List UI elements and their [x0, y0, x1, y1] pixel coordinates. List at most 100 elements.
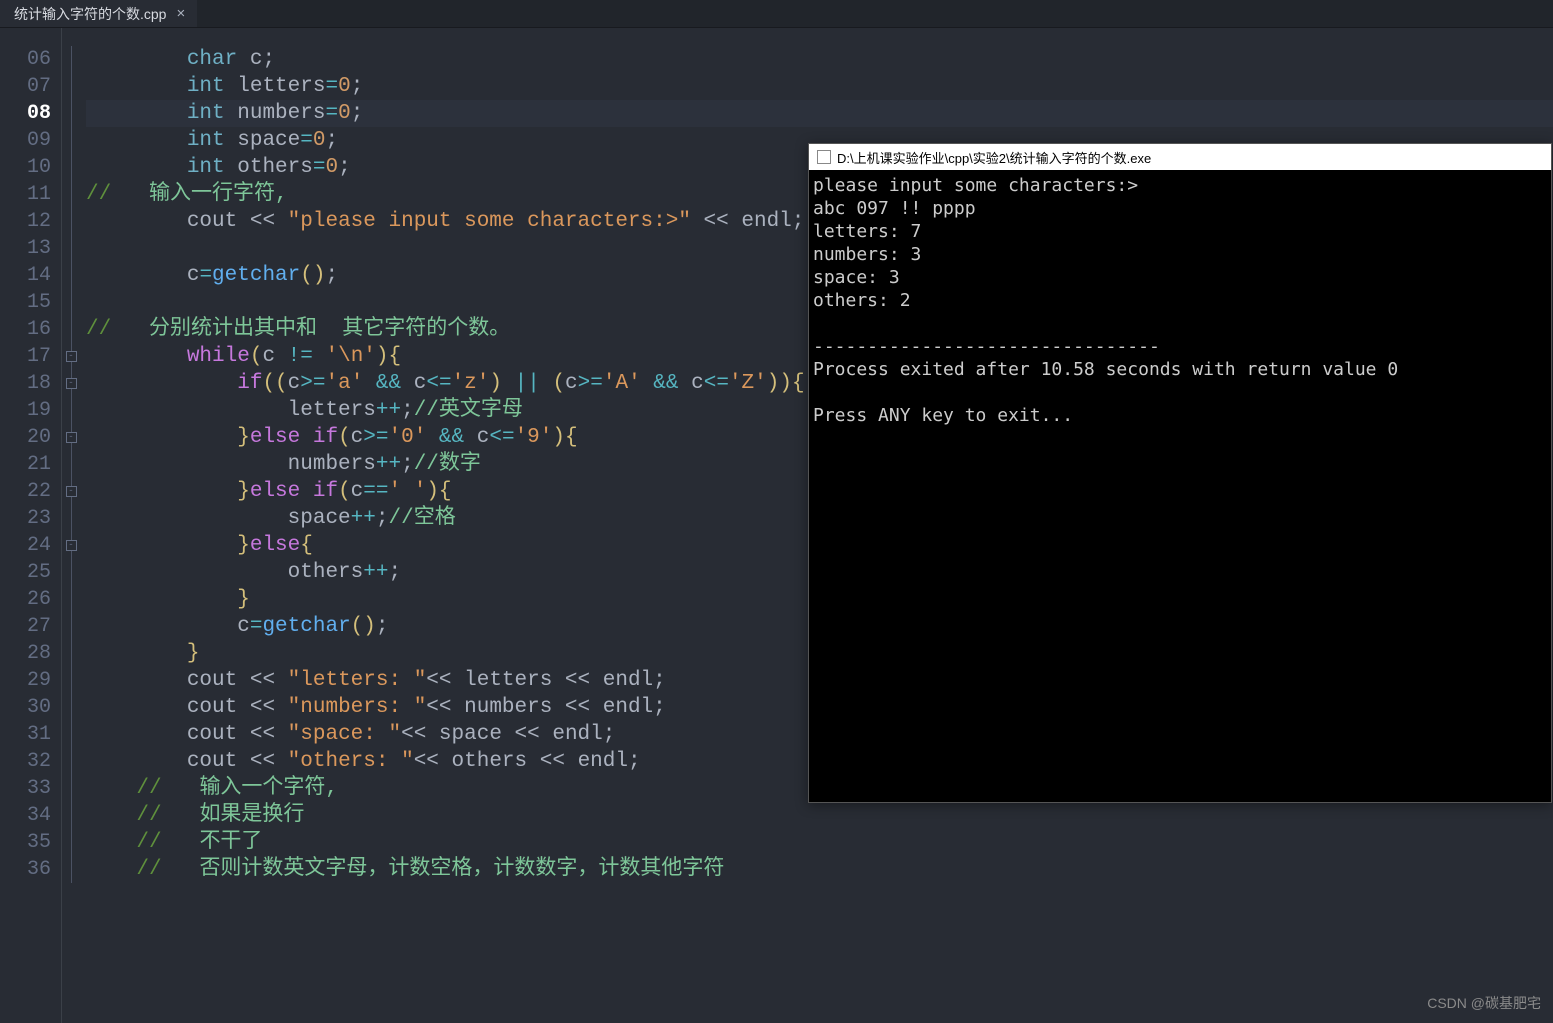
token-punc: ) [376, 345, 389, 368]
token-plain: << [237, 210, 287, 233]
line-number: 15 [0, 289, 61, 316]
fold-gutter-cell [62, 73, 80, 100]
token-plain [225, 129, 238, 152]
token-str: 'A' [603, 372, 641, 395]
line-number: 22 [0, 478, 61, 505]
token-cmt2: // [136, 777, 199, 800]
token-plain: cout [187, 723, 237, 746]
token-plain: << [401, 723, 439, 746]
token-str: '\n' [326, 345, 376, 368]
line-number: 13 [0, 235, 61, 262]
token-plain: << [426, 696, 464, 719]
watermark: CSDN @碳基肥宅 [1427, 993, 1541, 1013]
fold-gutter-cell [62, 667, 80, 694]
tab-file[interactable]: 统计输入字符的个数.cpp × [0, 0, 197, 27]
token-punc: } [237, 588, 250, 611]
token-plain: ; [262, 48, 275, 71]
token-num: 0 [325, 156, 338, 179]
token-cmt: 输入一行字符, [149, 183, 288, 206]
token-punc: } [187, 642, 200, 665]
token-plain: ; [401, 399, 414, 422]
line-number: 28 [0, 640, 61, 667]
line-number: 29 [0, 667, 61, 694]
code-line[interactable]: // 否则计数英文字母，计数空格，计数数字，计数其他字符 [86, 856, 1553, 883]
token-plain: c [288, 372, 301, 395]
token-plain: c [565, 372, 578, 395]
fold-gutter-cell [62, 748, 80, 775]
fold-gutter-cell [62, 829, 80, 856]
fold-gutter-cell [62, 775, 80, 802]
token-plain: ; [325, 264, 338, 287]
token-plain [502, 372, 515, 395]
token-plain: cout [187, 669, 237, 692]
line-number: 24 [0, 532, 61, 559]
console-window[interactable]: D:\上机课实验作业\cpp\实验2\统计输入字符的个数.exe please … [808, 143, 1552, 803]
fold-gutter-cell[interactable]: - [62, 532, 80, 559]
token-plain: numbers [464, 696, 552, 719]
token-op: && [653, 372, 678, 395]
token-cmt: //数字 [414, 453, 481, 476]
console-title-bar[interactable]: D:\上机课实验作业\cpp\实验2\统计输入字符的个数.exe [809, 144, 1551, 170]
token-typ: else if [250, 480, 338, 503]
code-line[interactable]: int letters=0; [86, 73, 1553, 100]
token-plain: cout [187, 210, 237, 233]
token-punc: } [237, 534, 250, 557]
token-typ: else if [250, 426, 338, 449]
token-plain: c [237, 615, 250, 638]
fold-toggle-icon[interactable]: - [66, 540, 77, 551]
token-str: "space: " [288, 723, 401, 746]
fold-toggle-icon[interactable]: - [66, 486, 77, 497]
code-line[interactable]: char c; [86, 46, 1553, 73]
close-icon[interactable]: × [176, 5, 185, 22]
token-plain: ; [792, 210, 805, 233]
token-op: && [439, 426, 464, 449]
token-op: >= [363, 426, 388, 449]
code-line[interactable]: // 如果是换行 [86, 802, 1553, 829]
token-cmt: 输入一个字符, [199, 777, 338, 800]
token-punc: } [237, 426, 250, 449]
code-line[interactable]: int numbers=0; [86, 100, 1553, 127]
console-title-text: D:\上机课实验作业\cpp\实验2\统计输入字符的个数.exe [837, 148, 1151, 167]
token-plain: ; [653, 696, 666, 719]
token-op: = [250, 615, 263, 638]
token-plain: c [679, 372, 704, 395]
token-plain: ; [401, 453, 414, 476]
console-output[interactable]: please input some characters:> abc 097 !… [809, 170, 1551, 431]
line-number: 16 [0, 316, 61, 343]
fold-toggle-icon[interactable]: - [66, 351, 77, 362]
token-kw: int [187, 102, 225, 125]
token-kw: int [187, 75, 225, 98]
fold-gutter-cell [62, 262, 80, 289]
tab-bar: 统计输入字符的个数.cpp × [0, 0, 1553, 28]
line-number: 36 [0, 856, 61, 883]
line-number: 07 [0, 73, 61, 100]
token-plain: endl [741, 210, 791, 233]
token-plain: c [187, 264, 200, 287]
token-punc: ( [250, 345, 263, 368]
token-typ: if [237, 372, 262, 395]
code-line[interactable]: // 不干了 [86, 829, 1553, 856]
token-punc: { [792, 372, 805, 395]
fold-toggle-icon[interactable]: - [66, 432, 77, 443]
token-op: <= [426, 372, 451, 395]
line-number: 17 [0, 343, 61, 370]
token-plain: ; [351, 102, 364, 125]
fold-gutter-cell [62, 613, 80, 640]
token-punc: ) [489, 372, 502, 395]
line-number: 06 [0, 46, 61, 73]
token-plain: << [237, 723, 287, 746]
token-punc: ( [338, 426, 351, 449]
token-cmt: 分别统计出其中和 其它字符的个数。 [149, 318, 510, 341]
fold-gutter-cell[interactable]: - [62, 343, 80, 370]
fold-gutter-cell [62, 694, 80, 721]
token-plain: << [414, 750, 452, 773]
fold-gutter-cell[interactable]: - [62, 370, 80, 397]
token-op: ++ [376, 453, 401, 476]
fold-toggle-icon[interactable]: - [66, 378, 77, 389]
token-plain: ; [376, 615, 389, 638]
fold-gutter-cell[interactable]: - [62, 478, 80, 505]
fold-gutter-cell [62, 721, 80, 748]
token-punc: ) [552, 426, 565, 449]
fold-gutter-cell[interactable]: - [62, 424, 80, 451]
token-punc: (( [262, 372, 287, 395]
